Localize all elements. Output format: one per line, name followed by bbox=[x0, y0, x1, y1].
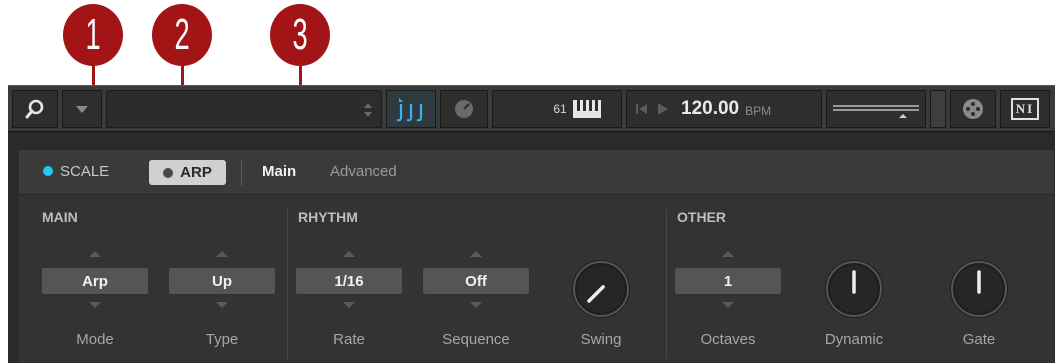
preset-menu-button[interactable] bbox=[62, 90, 102, 128]
arp-status-dot bbox=[163, 167, 174, 178]
tab-advanced[interactable]: Advanced bbox=[330, 163, 397, 180]
midi-channel-label: 61 bbox=[553, 102, 567, 116]
ni-logo: NI bbox=[1010, 98, 1040, 120]
mode-selector[interactable]: Arp bbox=[42, 268, 148, 294]
midi-channel-display[interactable]: 61 bbox=[492, 90, 622, 128]
octaves-selector[interactable]: 1 bbox=[675, 268, 781, 294]
plugin-mode-button[interactable] bbox=[440, 90, 488, 128]
rate-increment-arrow[interactable] bbox=[343, 251, 355, 257]
search-icon bbox=[25, 99, 44, 119]
volume-meter-icon bbox=[833, 105, 919, 118]
tempo-unit: BPM bbox=[745, 103, 772, 118]
callout-3: 3 bbox=[270, 4, 330, 66]
arp-label: ARP bbox=[180, 164, 212, 181]
rate-decrement-arrow[interactable] bbox=[343, 302, 355, 308]
type-decrement-arrow[interactable] bbox=[216, 302, 228, 308]
cpu-meter bbox=[930, 90, 946, 128]
preset-stepper-icon[interactable] bbox=[363, 102, 373, 118]
notes-icon bbox=[396, 98, 423, 122]
type-selector[interactable]: Up bbox=[169, 268, 275, 294]
header-toolbar: 61 120.00 BPM NI bbox=[8, 86, 1055, 132]
tab-main[interactable]: Main bbox=[262, 163, 296, 180]
sequence-increment-arrow[interactable] bbox=[470, 251, 482, 257]
arp-toggle[interactable]: ARP bbox=[149, 160, 226, 185]
chevron-down-icon bbox=[76, 106, 88, 113]
type-label: Type bbox=[205, 331, 239, 348]
swing-label: Swing bbox=[580, 331, 622, 348]
note-mode-button[interactable] bbox=[386, 90, 436, 128]
mode-label: Mode bbox=[76, 331, 114, 348]
rate-selector[interactable]: 1/16 bbox=[296, 268, 402, 294]
sequence-decrement-arrow[interactable] bbox=[470, 302, 482, 308]
ni-menu-button[interactable] bbox=[950, 90, 996, 128]
dynamic-knob[interactable] bbox=[824, 259, 884, 319]
dynamic-label: Dynamic bbox=[824, 331, 884, 348]
mode-decrement-arrow[interactable] bbox=[89, 302, 101, 308]
tab-divider bbox=[241, 160, 242, 186]
rate-label: Rate bbox=[333, 331, 365, 348]
plugin-window: 61 120.00 BPM NI SCALE ARP Main Advanced… bbox=[8, 85, 1055, 363]
section-main-label: MAIN bbox=[42, 209, 78, 225]
tempo-value[interactable]: 120.00 bbox=[681, 98, 739, 120]
ni-star-icon bbox=[963, 99, 983, 119]
mode-increment-arrow[interactable] bbox=[89, 251, 101, 257]
keyboard-icon bbox=[572, 100, 601, 118]
sequence-selector[interactable]: Off bbox=[423, 268, 529, 294]
scale-status-dot bbox=[43, 166, 53, 176]
type-increment-arrow[interactable] bbox=[216, 251, 228, 257]
master-volume-slider[interactable] bbox=[826, 90, 926, 128]
callout-1: 1 bbox=[63, 4, 123, 66]
play-icon[interactable] bbox=[657, 102, 669, 116]
restart-icon[interactable] bbox=[635, 102, 649, 116]
callout-2: 2 bbox=[152, 4, 212, 66]
section-other-label: OTHER bbox=[677, 209, 726, 225]
swing-knob[interactable] bbox=[571, 259, 631, 319]
panel-tab-row: SCALE ARP Main Advanced bbox=[19, 150, 1054, 195]
transport-display: 120.00 BPM bbox=[626, 90, 822, 128]
search-button[interactable] bbox=[12, 90, 58, 128]
octaves-decrement-arrow[interactable] bbox=[722, 302, 734, 308]
gate-knob[interactable] bbox=[949, 259, 1009, 319]
octaves-increment-arrow[interactable] bbox=[722, 251, 734, 257]
gate-label: Gate bbox=[962, 331, 996, 348]
section-rhythm-label: RHYTHM bbox=[298, 209, 358, 225]
sequence-label: Sequence bbox=[442, 331, 510, 348]
ni-logo-button[interactable]: NI bbox=[1000, 90, 1050, 128]
arp-panel: SCALE ARP Main Advanced MAIN RHYTHM OTHE… bbox=[18, 149, 1055, 363]
octaves-label: Octaves bbox=[700, 331, 756, 348]
scale-toggle[interactable]: SCALE bbox=[43, 163, 109, 180]
preset-name-field[interactable] bbox=[106, 90, 382, 128]
gauge-icon bbox=[455, 100, 473, 118]
scale-label: SCALE bbox=[60, 163, 110, 180]
